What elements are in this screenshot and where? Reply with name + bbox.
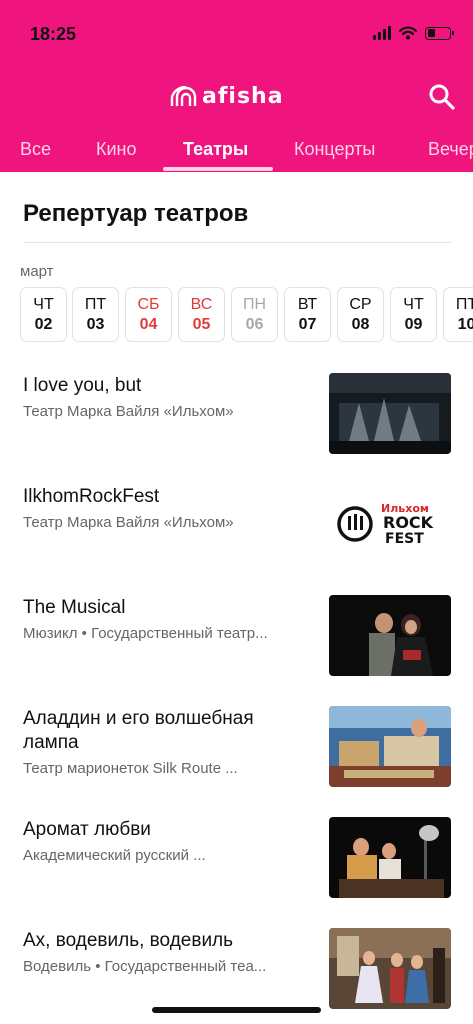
logo-line-2: ROCK (383, 513, 434, 532)
event-title: IlkhomRockFest (23, 486, 160, 507)
date-chip[interactable]: ЧТ 02 (20, 287, 67, 342)
date-number: 04 (139, 316, 158, 333)
cellular-signal-icon (373, 26, 391, 40)
event-item[interactable]: Аладдин и его волшебная лампа Театр мари… (0, 703, 473, 793)
event-title: The Musical (23, 597, 126, 618)
event-title: Аромат любви (23, 819, 151, 840)
afisha-logo-mark-icon (170, 85, 197, 106)
status-time: 18:25 (30, 24, 77, 44)
date-chip[interactable]: ПТ 10 (443, 287, 473, 342)
date-number: 02 (34, 316, 53, 333)
calendar-month: март (20, 263, 54, 280)
home-indicator (152, 1007, 321, 1013)
event-venue: Театр марионеток Silk Route ... (23, 760, 238, 777)
event-title: Аладдин и его волшебная лампа (23, 708, 254, 753)
event-venue: Театр Марка Вайля «Ильхом» (23, 403, 234, 420)
battery-icon (425, 26, 454, 40)
date-picker: ЧТ 02 ПТ 03 СБ 04 ВС 05 ПН 06 ВТ 07 СР 08 ЧТ 09 … (20, 287, 473, 343)
active-tab-indicator (163, 167, 273, 171)
wifi-icon (399, 26, 417, 40)
date-number: 07 (298, 316, 317, 333)
event-item[interactable]: Ах, водевиль, водевиль Водевиль • Госуда… (0, 925, 473, 1015)
date-weekday: ВС (190, 296, 213, 313)
brand-name: afisha (202, 84, 284, 109)
divider (23, 242, 451, 243)
event-thumbnail (329, 595, 451, 676)
event-thumbnail: Ильхом ROCK FEST (329, 484, 451, 565)
date-weekday: ПТ (455, 296, 473, 313)
date-weekday: ПН (242, 296, 267, 313)
event-venue: Академический русский ... (23, 847, 206, 864)
date-number: 08 (351, 316, 370, 333)
date-chip[interactable]: ПТ 03 (72, 287, 119, 342)
event-venue: Водевиль • Государственный теа... (23, 958, 267, 975)
event-thumbnail (329, 373, 451, 454)
event-title: Ах, водевиль, водевиль (23, 930, 234, 951)
event-item[interactable]: IlkhomRockFest Театр Марка Вайля «Ильхом… (0, 481, 473, 571)
date-chip[interactable]: СР 08 (337, 287, 384, 342)
date-number: 09 (404, 316, 423, 333)
date-number: 06 (245, 316, 264, 333)
date-number: 10 (457, 316, 473, 333)
tab-concerts[interactable]: Концерты (294, 136, 375, 172)
event-item[interactable]: The Musical Мюзикл • Государственный теа… (0, 592, 473, 682)
tab-all[interactable]: Все (20, 136, 51, 172)
event-item[interactable]: Аромат любви Академический русский ... (0, 814, 473, 904)
date-number: 05 (192, 316, 211, 333)
date-weekday: СБ (137, 296, 160, 313)
battery-level (427, 29, 435, 37)
status-bar: 18:25 (0, 0, 473, 68)
date-chip[interactable]: СБ 04 (125, 287, 172, 342)
page-title: Репертуар театров (23, 200, 249, 227)
app-header: 18:25 afisha Все Кино Театры Концерты Ве… (0, 0, 473, 172)
tab-parties[interactable]: Вечеринки (428, 136, 473, 172)
status-icons (373, 26, 454, 40)
event-thumbnail (329, 928, 451, 1009)
date-weekday: СР (349, 296, 372, 313)
date-chip[interactable]: ВТ 07 (284, 287, 331, 342)
search-button[interactable] (427, 82, 457, 112)
event-venue: Мюзикл • Государственный театр... (23, 625, 268, 642)
tab-cinema[interactable]: Кино (96, 136, 137, 172)
logo-line-3: FEST (385, 531, 424, 547)
date-weekday: ЧТ (33, 296, 54, 313)
event-title: I love you, but (23, 375, 142, 396)
date-chip[interactable]: ПН 06 (231, 287, 278, 342)
afisha-logo: afisha (166, 84, 284, 109)
event-item[interactable]: I love you, but Театр Марка Вайля «Ильхо… (0, 370, 473, 460)
date-weekday: ВТ (297, 296, 318, 313)
event-thumbnail (329, 706, 451, 787)
date-number: 03 (86, 316, 105, 333)
date-chip[interactable]: ВС 05 (178, 287, 225, 342)
search-icon (429, 84, 455, 110)
date-weekday: ЧТ (403, 296, 424, 313)
event-venue: Театр Марка Вайля «Ильхом» (23, 514, 234, 531)
date-chip[interactable]: ЧТ 09 (390, 287, 437, 342)
date-weekday: ПТ (84, 296, 107, 313)
event-thumbnail (329, 817, 451, 898)
rockfest-logo: Ильхом ROCK FEST (337, 502, 434, 547)
